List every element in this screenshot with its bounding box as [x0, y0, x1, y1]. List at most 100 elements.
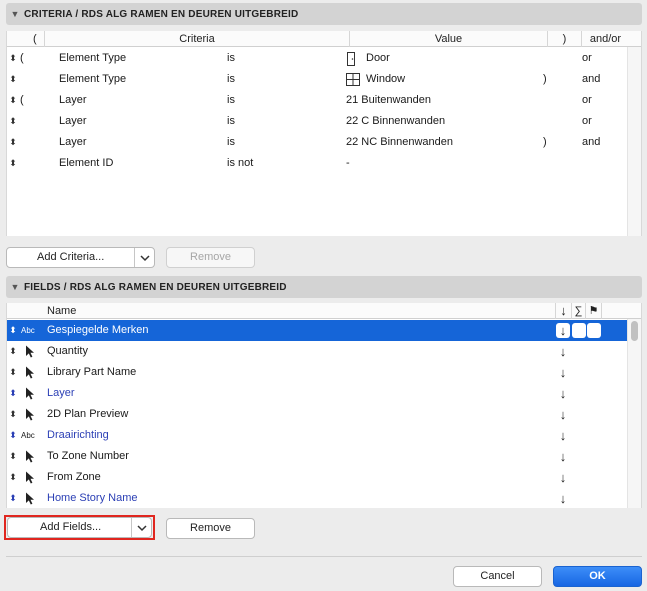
field-name[interactable]: From Zone	[47, 467, 101, 488]
criteria-and-or[interactable]: or	[582, 48, 592, 69]
reorder-handle-icon[interactable]: ⬍	[8, 132, 18, 153]
remove-fields-button[interactable]: Remove	[166, 518, 255, 539]
reorder-handle-icon[interactable]: ⬍	[8, 153, 18, 174]
criteria-open-paren[interactable]: (	[20, 48, 24, 69]
field-row[interactable]: ⬍ Abc Draairichting ↓	[7, 425, 627, 446]
criteria-row[interactable]: ⬍(Layer is 21 Buitenwanden or	[7, 90, 627, 111]
reorder-handle-icon[interactable]: ⬍	[8, 404, 18, 425]
chevron-down-icon[interactable]	[134, 248, 154, 267]
col-value[interactable]: Value	[349, 31, 547, 47]
col-flag[interactable]: ⚑	[585, 303, 601, 319]
field-row[interactable]: ⬍ Layer ↓	[7, 383, 627, 404]
field-name[interactable]: Gespiegelde Merken	[47, 320, 149, 341]
reorder-handle-icon[interactable]: ⬍	[8, 320, 18, 341]
criteria-element[interactable]: Element ID	[59, 153, 113, 174]
sort-arrow-icon[interactable]: ↓	[556, 383, 570, 404]
chevron-down-icon[interactable]	[131, 518, 151, 537]
criteria-table[interactable]: ( Criteria Value ) and/or ⬍(Element Type…	[6, 31, 642, 236]
field-name[interactable]: Layer	[47, 383, 75, 404]
col-sum[interactable]: ∑	[571, 303, 585, 319]
sort-arrow-icon[interactable]: ↓	[556, 341, 570, 362]
criteria-value[interactable]: 22 C Binnenwanden	[346, 111, 445, 132]
criteria-operator[interactable]: is not	[227, 153, 253, 174]
col-sort[interactable]: ↓	[555, 303, 571, 319]
criteria-row[interactable]: ⬍ Element Type is Window) and	[7, 69, 627, 90]
col-open-paren[interactable]: (	[24, 31, 44, 47]
sort-arrow-icon[interactable]: ↓	[556, 446, 570, 467]
reorder-handle-icon[interactable]: ⬍	[8, 90, 18, 111]
collapse-triangle-icon[interactable]: ▼	[6, 282, 24, 292]
fields-scrollbar[interactable]	[627, 319, 641, 508]
reorder-handle-icon[interactable]: ⬍	[8, 467, 18, 488]
remove-criteria-button[interactable]: Remove	[166, 247, 255, 268]
criteria-close-paren[interactable]: )	[543, 132, 547, 153]
reorder-handle-icon[interactable]: ⬍	[8, 341, 18, 362]
reorder-handle-icon[interactable]: ⬍	[8, 111, 18, 132]
criteria-row[interactable]: ⬍(Element Type is Door or	[7, 48, 627, 69]
col-and-or[interactable]: and/or	[581, 31, 629, 47]
field-name[interactable]: Library Part Name	[47, 362, 136, 383]
sort-arrow-icon[interactable]: ↓	[556, 425, 570, 446]
criteria-operator[interactable]: is	[227, 90, 235, 111]
add-fields-button[interactable]: Add Fields...	[7, 517, 152, 538]
criteria-and-or[interactable]: or	[582, 111, 592, 132]
criteria-value[interactable]: 22 NC Binnenwanden	[346, 132, 453, 153]
reorder-handle-icon[interactable]: ⬍	[8, 488, 18, 509]
criteria-element[interactable]: Layer	[59, 132, 87, 153]
criteria-element[interactable]: Element Type	[59, 69, 126, 90]
field-row[interactable]: ⬍ From Zone ↓	[7, 467, 627, 488]
field-row[interactable]: ⬍ 2D Plan Preview ↓	[7, 404, 627, 425]
field-name[interactable]: Home Story Name	[47, 488, 137, 509]
field-name[interactable]: 2D Plan Preview	[47, 404, 128, 425]
reorder-handle-icon[interactable]: ⬍	[8, 69, 18, 90]
criteria-section-header[interactable]: ▼ CRITERIA / RDS ALG RAMEN EN DEUREN UIT…	[6, 3, 642, 25]
criteria-value[interactable]: Door	[366, 48, 390, 69]
reorder-handle-icon[interactable]: ⬍	[8, 425, 18, 446]
sort-arrow-icon[interactable]: ↓	[556, 488, 570, 509]
ok-button[interactable]: OK	[553, 566, 642, 587]
criteria-scrollbar[interactable]	[627, 47, 641, 236]
criteria-value[interactable]: Window	[366, 69, 405, 90]
col-close-paren[interactable]: )	[547, 31, 581, 47]
col-name[interactable]: Name	[47, 303, 555, 319]
sort-arrow-icon[interactable]: ↓	[556, 320, 570, 341]
fields-scrollbar-thumb[interactable]	[631, 321, 638, 341]
cancel-button[interactable]: Cancel	[453, 566, 542, 587]
criteria-operator[interactable]: is	[227, 69, 235, 90]
reorder-handle-icon[interactable]: ⬍	[8, 48, 18, 69]
flag-toggle[interactable]	[587, 323, 601, 338]
field-row[interactable]: ⬍ Abc Gespiegelde Merken ↓	[7, 320, 627, 341]
sort-arrow-icon[interactable]: ↓	[556, 404, 570, 425]
field-name[interactable]: Draairichting	[47, 425, 109, 446]
sort-arrow-icon[interactable]: ↓	[556, 362, 570, 383]
criteria-and-or[interactable]: and	[582, 69, 600, 90]
criteria-element[interactable]: Element Type	[59, 48, 126, 69]
criteria-row[interactable]: ⬍ Layer is 22 NC Binnenwanden) and	[7, 132, 627, 153]
reorder-handle-icon[interactable]: ⬍	[8, 383, 18, 404]
field-row[interactable]: ⬍ Library Part Name ↓	[7, 362, 627, 383]
field-name[interactable]: To Zone Number	[47, 446, 129, 467]
criteria-value[interactable]: 21 Buitenwanden	[346, 90, 431, 111]
criteria-and-or[interactable]: or	[582, 90, 592, 111]
criteria-element[interactable]: Layer	[59, 111, 87, 132]
criteria-value[interactable]: -	[346, 153, 350, 174]
col-criteria[interactable]: Criteria	[44, 31, 349, 47]
criteria-operator[interactable]: is	[227, 111, 235, 132]
field-row[interactable]: ⬍ To Zone Number ↓	[7, 446, 627, 467]
sort-arrow-icon[interactable]: ↓	[556, 467, 570, 488]
criteria-and-or[interactable]: and	[582, 132, 600, 153]
sum-toggle[interactable]	[572, 323, 586, 338]
criteria-operator[interactable]: is	[227, 132, 235, 153]
criteria-row[interactable]: ⬍ Element ID is not -	[7, 153, 627, 174]
reorder-handle-icon[interactable]: ⬍	[8, 446, 18, 467]
reorder-handle-icon[interactable]: ⬍	[8, 362, 18, 383]
criteria-row[interactable]: ⬍ Layer is 22 C Binnenwanden or	[7, 111, 627, 132]
field-name[interactable]: Quantity	[47, 341, 88, 362]
collapse-triangle-icon[interactable]: ▼	[6, 9, 24, 19]
fields-section-header[interactable]: ▼ FIELDS / RDS ALG RAMEN EN DEUREN UITGE…	[6, 276, 642, 298]
field-row[interactable]: ⬍ Home Story Name ↓	[7, 488, 627, 509]
criteria-open-paren[interactable]: (	[20, 90, 24, 111]
fields-table[interactable]: Name ↓ ∑ ⚑ ⬍ Abc Gespiegelde Merken ↓ ⬍ Quant…	[6, 303, 642, 508]
criteria-close-paren[interactable]: )	[543, 69, 547, 90]
add-criteria-button[interactable]: Add Criteria...	[6, 247, 155, 268]
